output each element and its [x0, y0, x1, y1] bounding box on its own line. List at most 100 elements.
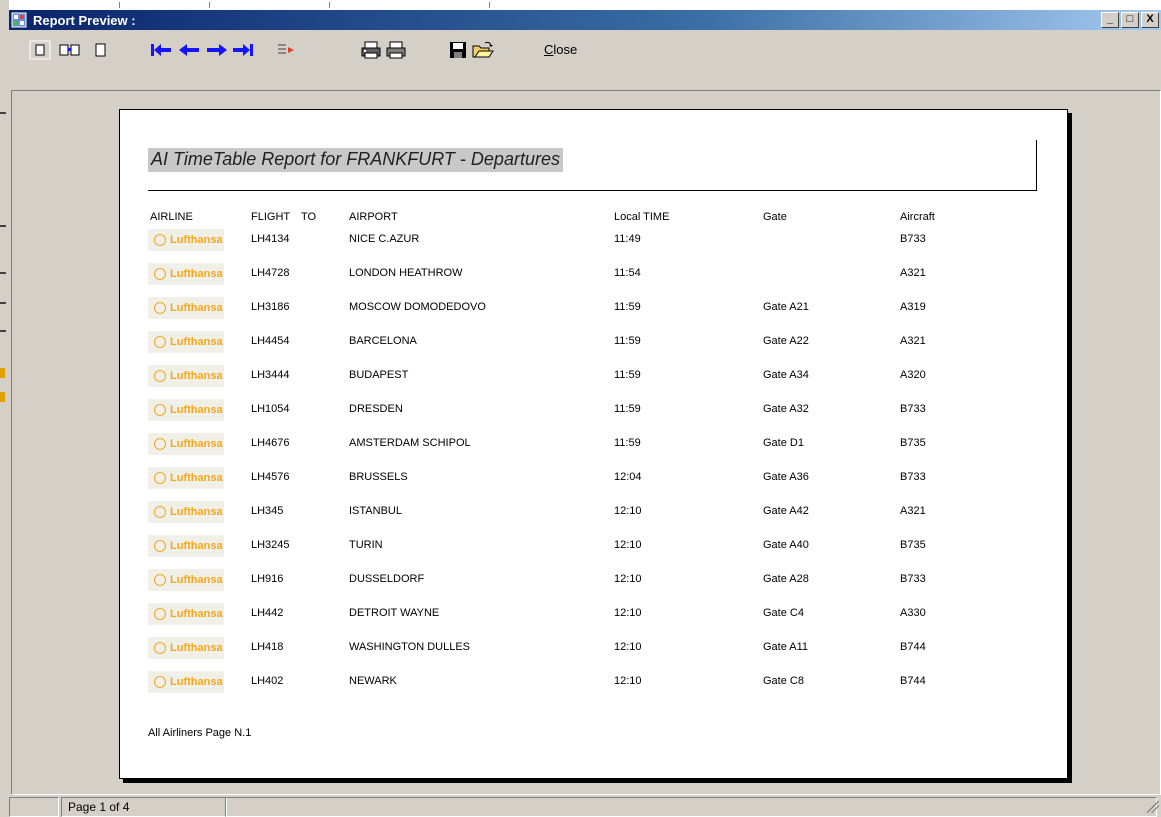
crane-icon	[154, 540, 166, 552]
title-bar[interactable]: Report Preview : _ □ X	[9, 10, 1161, 30]
gate-cell: Gate D1	[763, 437, 804, 449]
gate-cell: Gate A40	[763, 539, 809, 551]
aircraft-cell: B733	[900, 233, 926, 245]
crane-icon	[154, 506, 166, 518]
close-button[interactable]: Close	[544, 42, 577, 57]
airport-cell: DETROIT WAYNE	[349, 607, 440, 619]
table-row: Lufthansa LH4728 LONDON HEATHROW 11:54 A321	[120, 263, 1067, 287]
airline-name: Lufthansa	[170, 302, 223, 314]
airport-cell: BRUSSELS	[349, 471, 408, 483]
aircraft-cell: A320	[900, 369, 926, 381]
app-icon	[11, 12, 27, 28]
flight-cell: LH4676	[251, 437, 290, 449]
flight-cell: LH4728	[251, 267, 290, 279]
table-row: Lufthansa LH345 ISTANBUL 12:10 Gate A42 A321	[120, 501, 1067, 525]
table-row: Lufthansa LH4134 NICE C.AZUR 11:49 B733	[120, 229, 1067, 253]
status-panel-empty	[9, 797, 59, 817]
close-window-button[interactable]: X	[1141, 12, 1159, 28]
aircraft-cell: B744	[900, 675, 926, 687]
airline-name: Lufthansa	[170, 472, 223, 484]
last-page-icon[interactable]	[231, 40, 255, 60]
single-page-icon[interactable]	[29, 40, 51, 60]
airport-cell: DUSSELDORF	[349, 573, 425, 585]
table-row: Lufthansa LH3245 TURIN 12:10 Gate A40 B735	[120, 535, 1067, 559]
flight-cell: LH4454	[251, 335, 290, 347]
airport-cell: DRESDEN	[349, 403, 403, 415]
lufthansa-logo: Lufthansa	[148, 433, 224, 455]
crane-icon	[154, 642, 166, 654]
two-pages-icon[interactable]	[57, 40, 85, 60]
crane-icon	[154, 234, 166, 246]
report-title: AI TimeTable Report for FRANKFURT - Depa…	[148, 148, 563, 172]
aircraft-cell: A321	[900, 505, 926, 517]
full-page-icon[interactable]	[91, 40, 111, 60]
time-cell: 11:59	[614, 403, 641, 415]
crane-icon	[154, 676, 166, 688]
column-header-airline: AIRLINE	[150, 211, 193, 223]
lufthansa-logo: Lufthansa	[148, 467, 224, 489]
goto-page-icon[interactable]	[275, 40, 297, 60]
previous-page-icon[interactable]	[177, 40, 201, 60]
airline-name: Lufthansa	[170, 370, 223, 382]
aircraft-cell: B735	[900, 437, 926, 449]
gate-cell: Gate A28	[763, 573, 809, 585]
airport-cell: ISTANBUL	[349, 505, 402, 517]
crane-icon	[154, 472, 166, 484]
table-row: Lufthansa LH3186 MOSCOW DOMODEDOVO 11:59 Gat…	[120, 297, 1067, 321]
airline-name: Lufthansa	[170, 404, 223, 416]
crane-icon	[154, 574, 166, 586]
print-setup-icon[interactable]	[359, 40, 383, 60]
time-cell: 12:10	[614, 641, 642, 653]
report-footer: All Airliners Page N.1	[148, 727, 252, 739]
lufthansa-logo: Lufthansa	[148, 297, 224, 319]
column-header-local-time: Local TIME	[614, 211, 670, 223]
flight-cell: LH4576	[251, 471, 290, 483]
minimize-button[interactable]: _	[1101, 12, 1119, 28]
column-header-flight: FLIGHT	[251, 211, 291, 223]
maximize-button[interactable]: □	[1121, 12, 1139, 28]
table-row: Lufthansa LH402 NEWARK 12:10 Gate C8 B744	[120, 671, 1067, 695]
crane-icon	[154, 608, 166, 620]
airport-cell: BARCELONA	[349, 335, 417, 347]
airline-name: Lufthansa	[170, 540, 223, 552]
lufthansa-logo: Lufthansa	[148, 399, 224, 421]
next-page-icon[interactable]	[205, 40, 229, 60]
aircraft-cell: B744	[900, 641, 926, 653]
time-cell: 12:10	[614, 539, 642, 551]
airline-name: Lufthansa	[170, 438, 223, 450]
column-header-to: TO	[301, 211, 317, 223]
lufthansa-logo: Lufthansa	[148, 569, 224, 591]
aircraft-cell: B733	[900, 471, 926, 483]
airline-name: Lufthansa	[170, 336, 223, 348]
time-cell: 11:59	[614, 301, 641, 313]
crane-icon	[154, 336, 166, 348]
flight-cell: LH402	[251, 675, 284, 687]
lufthansa-logo: Lufthansa	[148, 331, 224, 353]
crane-icon	[154, 268, 166, 280]
first-page-icon[interactable]	[149, 40, 173, 60]
flight-cell: LH916	[251, 573, 284, 585]
column-header-aircraft: Aircraft	[900, 211, 935, 223]
time-cell: 11:54	[614, 267, 641, 279]
table-row: Lufthansa LH1054 DRESDEN 11:59 Gate A32 B733	[120, 399, 1067, 423]
lufthansa-logo: Lufthansa	[148, 535, 224, 557]
resize-grip[interactable]	[1147, 801, 1159, 813]
flight-cell: LH3444	[251, 369, 290, 381]
open-icon[interactable]	[471, 40, 495, 60]
save-icon[interactable]	[447, 40, 469, 60]
airline-name: Lufthansa	[170, 608, 223, 620]
preview-area[interactable]: AI TimeTable Report for FRANKFURT - Depa…	[11, 90, 1161, 795]
aircraft-cell: B735	[900, 539, 926, 551]
print-icon[interactable]	[384, 40, 408, 60]
aircraft-cell: A319	[900, 301, 926, 313]
aircraft-cell: B733	[900, 573, 926, 585]
gate-cell: Gate A32	[763, 403, 809, 415]
table-row: Lufthansa LH4576 BRUSSELS 12:04 Gate A36 B733	[120, 467, 1067, 491]
flight-cell: LH3245	[251, 539, 290, 551]
gate-cell: Gate A34	[763, 369, 809, 381]
table-row: Lufthansa LH4454 BARCELONA 11:59 Gate A22 A32…	[120, 331, 1067, 355]
airline-name: Lufthansa	[170, 234, 223, 246]
table-row: Lufthansa LH916 DUSSELDORF 12:10 Gate A28 B73…	[120, 569, 1067, 593]
airport-cell: MOSCOW DOMODEDOVO	[349, 301, 486, 313]
gate-cell: Gate A42	[763, 505, 809, 517]
